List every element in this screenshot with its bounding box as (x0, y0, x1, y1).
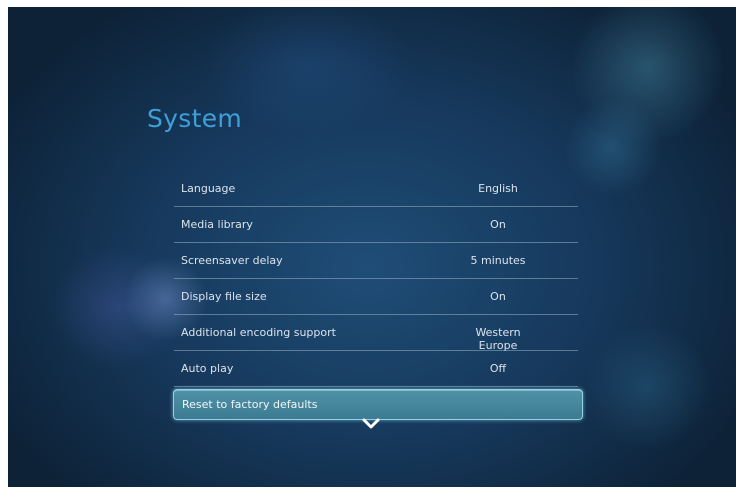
setting-label: Language (181, 182, 236, 195)
setting-value: 5 minutes (470, 254, 526, 267)
setting-value: On (490, 218, 506, 231)
setting-value: On (490, 290, 506, 303)
setting-row-auto-play[interactable]: Auto play Off (174, 351, 578, 387)
setting-label: Additional encoding support (181, 326, 336, 339)
setting-label: Auto play (181, 362, 234, 375)
chevron-down-icon[interactable] (361, 416, 381, 430)
setting-value: Off (489, 362, 507, 375)
setting-row-display-file-size[interactable]: Display file size On (174, 279, 578, 315)
settings-menu: Language English Media library On Screen… (173, 171, 583, 420)
setting-label: Media library (181, 218, 253, 231)
setting-row-additional-encoding-support[interactable]: Additional encoding support Western Euro… (174, 315, 578, 352)
setting-row-media-library[interactable]: Media library On (174, 207, 578, 243)
setting-label: Screensaver delay (181, 254, 283, 267)
setting-label: Display file size (181, 290, 267, 303)
setting-value: English (478, 182, 518, 195)
tv-screen: System Language English Media library On… (8, 7, 736, 487)
page-title: System (147, 104, 243, 133)
setting-value: Western Europe (475, 326, 521, 352)
setting-label: Reset to factory defaults (182, 398, 318, 411)
setting-row-language[interactable]: Language English (174, 171, 578, 207)
setting-row-screensaver-delay[interactable]: Screensaver delay 5 minutes (174, 243, 578, 279)
